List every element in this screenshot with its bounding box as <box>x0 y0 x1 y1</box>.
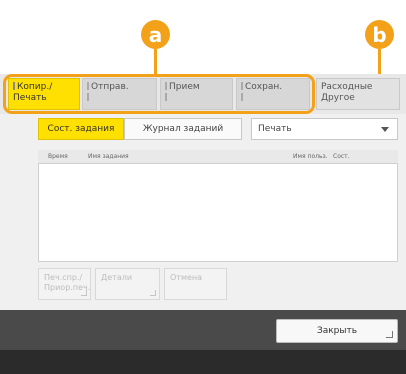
corner-icon <box>81 290 87 296</box>
priority-print-button[interactable]: Печ.спр./ Приор.печ. <box>38 268 91 300</box>
callout-a-line <box>154 49 157 74</box>
cancel-button[interactable]: Отмена <box>164 268 227 300</box>
column-user-name: Имя польз. <box>293 153 328 160</box>
close-button[interactable]: Закрыть <box>276 319 398 343</box>
corner-icon <box>150 290 156 296</box>
job-list-header: Время Имя задания Имя польз. Сост. <box>38 150 398 164</box>
job-type-dropdown-value: Печать <box>258 124 292 134</box>
tab-consumables-line2: Другое <box>321 93 355 103</box>
callout-b: b <box>365 20 394 49</box>
cancel-button-label: Отмена <box>170 273 203 282</box>
callout-b-label: b <box>372 22 387 47</box>
tabs-highlight-a <box>3 74 315 114</box>
column-status: Сост. <box>333 153 350 160</box>
job-list[interactable] <box>38 150 398 262</box>
callout-a-label: a <box>148 22 163 47</box>
column-job-name: Имя задания <box>88 153 129 160</box>
tab-job-log-label: Журнал заданий <box>142 124 224 134</box>
priority-print-line1: Печ.спр./ <box>44 273 83 282</box>
tab-job-status[interactable]: Сост. задания <box>38 118 124 140</box>
details-button[interactable]: Детали <box>95 268 160 300</box>
tab-job-log[interactable]: Журнал заданий <box>124 118 242 140</box>
tab-consumables-other[interactable]: Расходные Другое <box>316 78 400 110</box>
tab-consumables-line1: Расходные <box>321 82 373 92</box>
priority-print-line2: Приор.печ. <box>44 283 91 292</box>
corner-icon <box>386 331 393 338</box>
callout-a: a <box>141 20 170 49</box>
bottom-bar <box>0 350 406 374</box>
chevron-down-icon <box>381 127 389 132</box>
column-time: Время <box>48 153 68 160</box>
job-type-dropdown[interactable]: Печать <box>251 118 398 140</box>
close-button-label: Закрыть <box>316 326 358 336</box>
details-button-label: Детали <box>101 273 133 282</box>
tab-job-status-label: Сост. задания <box>47 124 115 134</box>
